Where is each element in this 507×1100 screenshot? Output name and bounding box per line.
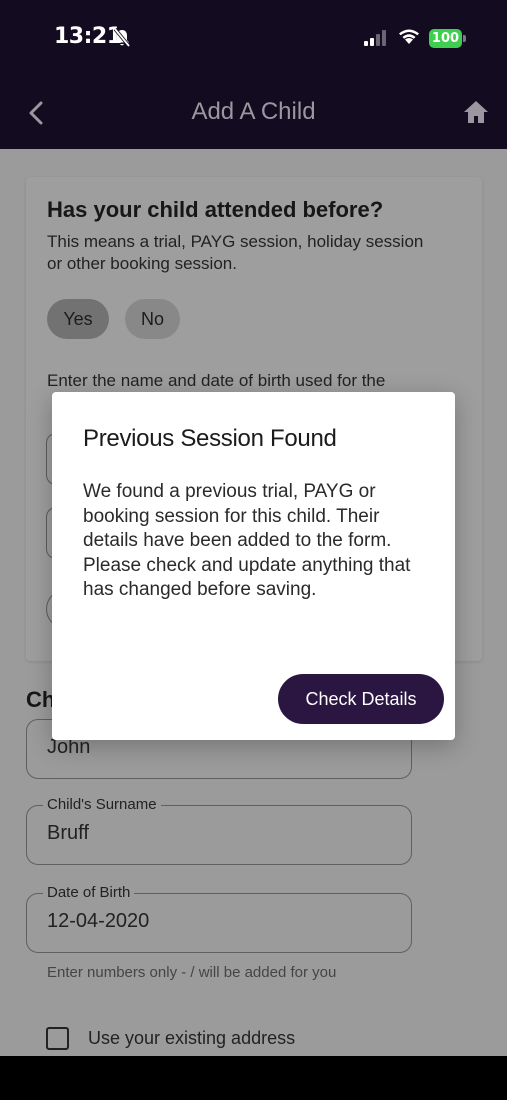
check-details-button[interactable]: Check Details xyxy=(278,674,444,724)
home-button[interactable] xyxy=(462,98,490,126)
battery-icon: 100 xyxy=(429,29,462,48)
dialog-title: Previous Session Found xyxy=(83,425,337,452)
dialog-body: We found a previous trial, PAYG or booki… xyxy=(83,481,411,601)
status-bar: 13:21 100 xyxy=(0,0,507,76)
battery-tip xyxy=(463,35,466,42)
signal-icon xyxy=(364,30,390,51)
app-bar: Add A Child xyxy=(0,76,507,149)
wifi-icon xyxy=(397,27,421,50)
previous-session-dialog: Previous Session Found We found a previo… xyxy=(52,392,455,740)
page-title: Add A Child xyxy=(191,98,316,125)
home-icon xyxy=(464,101,488,123)
bell-slash-icon xyxy=(113,27,131,53)
status-time: 13:21 xyxy=(54,24,122,49)
bottom-bar xyxy=(0,1056,507,1100)
